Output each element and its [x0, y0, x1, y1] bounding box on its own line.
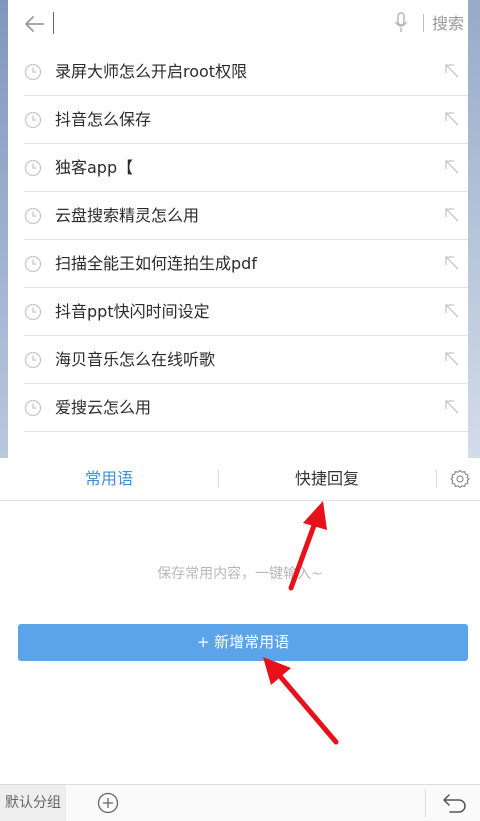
add-phrase-button[interactable]: + 新增常用语: [18, 624, 468, 661]
fill-arrow-icon[interactable]: [444, 303, 460, 319]
history-text: 扫描全能王如何连拍生成pdf: [55, 254, 257, 273]
fill-arrow-icon[interactable]: [444, 63, 460, 79]
list-item[interactable]: 抖音怎么保存: [8, 96, 468, 144]
common-phrases-panel: 常用语 快捷回复 保存常用内容，一键输入~ + 新增常用语 默认分组: [0, 458, 480, 821]
plus-circle-icon[interactable]: [97, 792, 119, 814]
clock-icon: [24, 63, 42, 81]
fill-arrow-icon[interactable]: [444, 399, 460, 415]
microphone-icon[interactable]: [394, 12, 408, 34]
clock-icon: [24, 399, 42, 417]
list-item[interactable]: 爱搜云怎么用: [8, 384, 468, 432]
background-right-edge: [468, 0, 480, 458]
history-text: 云盘搜索精灵怎么用: [55, 206, 200, 225]
divider: [24, 431, 468, 432]
history-text: 抖音ppt快闪时间设定: [55, 302, 210, 321]
clock-icon: [24, 351, 42, 369]
search-button[interactable]: 搜索: [432, 12, 464, 36]
list-item[interactable]: 独客app【: [8, 144, 468, 192]
tab-quick-reply[interactable]: 快捷回复: [218, 458, 436, 500]
history-text: 独客app【: [55, 158, 134, 177]
fill-arrow-icon[interactable]: [444, 159, 460, 175]
fill-arrow-icon[interactable]: [444, 207, 460, 223]
search-bar: 搜索: [8, 0, 468, 47]
bottom-divider: [425, 789, 426, 817]
history-text: 录屏大师怎么开启root权限: [55, 62, 248, 81]
undo-icon[interactable]: [442, 793, 468, 813]
search-history-list: 录屏大师怎么开启root权限 抖音怎么保存 独客app【 云盘搜索精灵怎么用 扫…: [8, 48, 468, 432]
clock-icon: [24, 207, 42, 225]
search-sheet: 搜索 录屏大师怎么开启root权限 抖音怎么保存 独客app【 云盘搜索精灵怎么…: [8, 0, 468, 458]
clock-icon: [24, 159, 42, 177]
search-divider: [423, 14, 424, 32]
tab-divider: [436, 470, 437, 488]
fill-arrow-icon[interactable]: [444, 111, 460, 127]
history-text: 海贝音乐怎么在线听歌: [55, 350, 216, 369]
background-left-edge: [0, 0, 8, 458]
gear-icon[interactable]: [450, 469, 470, 489]
clock-icon: [24, 303, 42, 321]
clock-icon: [24, 111, 42, 129]
list-item[interactable]: 录屏大师怎么开启root权限: [8, 48, 468, 96]
clock-icon: [24, 255, 42, 273]
list-item[interactable]: 云盘搜索精灵怎么用: [8, 192, 468, 240]
fill-arrow-icon[interactable]: [444, 255, 460, 271]
history-text: 抖音怎么保存: [55, 110, 152, 129]
list-item[interactable]: 扫描全能王如何连拍生成pdf: [8, 240, 468, 288]
list-item[interactable]: 抖音ppt快闪时间设定: [8, 288, 468, 336]
list-item[interactable]: 海贝音乐怎么在线听歌: [8, 336, 468, 384]
tab-common-phrases[interactable]: 常用语: [0, 458, 218, 500]
panel-bottom-bar: 默认分组: [0, 784, 480, 821]
history-text: 爱搜云怎么用: [55, 398, 152, 417]
search-input[interactable]: [53, 12, 54, 34]
back-arrow-icon[interactable]: [22, 12, 46, 36]
default-group-tab[interactable]: 默认分组: [0, 785, 66, 821]
panel-tabs: 常用语 快捷回复: [0, 458, 480, 501]
empty-hint: 保存常用内容，一键输入~: [157, 566, 323, 582]
fill-arrow-icon[interactable]: [444, 351, 460, 367]
